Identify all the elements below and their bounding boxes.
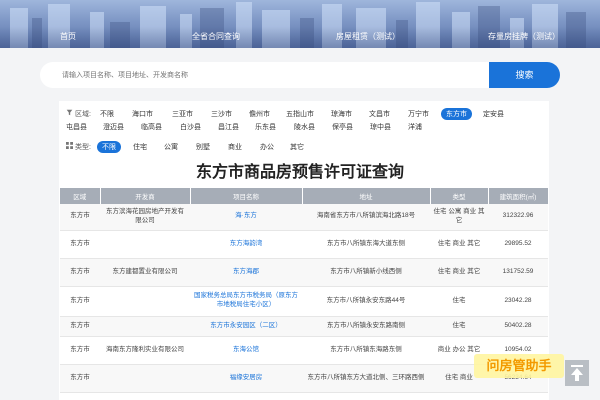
- watermark-badge: 问房管助手: [474, 354, 564, 378]
- region-option[interactable]: 昌江县: [218, 122, 239, 132]
- cell-type: 住宅 商业 其它: [430, 258, 488, 287]
- table-row: 东方市 国家税务总局东方市税务局（原东方市地税局住宅小区） 东方市八所镇永安东路…: [60, 286, 548, 317]
- column-header: 地址: [302, 188, 431, 204]
- cell-project-link[interactable]: 福缘安居房: [190, 364, 302, 393]
- column-header: 建筑面积(㎡): [488, 188, 549, 204]
- region-option[interactable]: 文昌市: [369, 109, 390, 119]
- search-button[interactable]: 搜索: [489, 62, 560, 88]
- cell-developer: [100, 316, 190, 337]
- search-box: [40, 62, 489, 88]
- cell-project-link[interactable]: 东海公馆: [190, 336, 302, 365]
- column-header: 区域: [60, 188, 101, 204]
- column-header: 项目名称: [190, 188, 303, 204]
- type-option[interactable]: 办公: [260, 142, 274, 152]
- region-option[interactable]: 澄迈县: [103, 122, 124, 132]
- table-row: 东方市 东方市永安园区（二区） 东方市八所镇永安东路南侧 住宅 50402.28: [60, 316, 548, 337]
- region-option[interactable]: 临高县: [141, 122, 162, 132]
- cell-area: 29895.52: [488, 230, 548, 259]
- region-option[interactable]: 三亚市: [172, 109, 193, 119]
- region-option[interactable]: 保亭县: [332, 122, 353, 132]
- cell-type: 住宅 商业 其它: [430, 230, 488, 259]
- cell-area: 50402.28: [488, 316, 548, 337]
- cell-developer: [100, 364, 190, 393]
- back-to-top-button[interactable]: [565, 360, 589, 386]
- table-row: 东方市 东方滨海花园房地产开发有限公司 海·东方 海南省东方市八所镇滨海北路18…: [60, 204, 548, 231]
- cell-project-link[interactable]: 东方海郡: [190, 258, 302, 287]
- cell-type: 住宅: [430, 316, 488, 337]
- cell-address: 东方市八所镇永安东路南侧: [302, 316, 430, 337]
- region-option[interactable]: 白沙县: [180, 122, 201, 132]
- type-option[interactable]: 其它: [290, 142, 304, 152]
- type-option[interactable]: 住宅: [133, 142, 147, 152]
- nav-rental[interactable]: 房屋租赁（测试）: [336, 31, 400, 42]
- type-option[interactable]: 商业: [228, 142, 242, 152]
- cell-developer: 海南东方隆利实业有限公司: [100, 336, 190, 365]
- grid-icon: [66, 142, 73, 149]
- region-option[interactable]: 三沙市: [211, 109, 232, 119]
- region-option[interactable]: 屯昌县: [66, 122, 87, 132]
- region-option[interactable]: 万宁市: [408, 109, 429, 119]
- column-header: 开发商: [100, 188, 191, 204]
- type-option-selected[interactable]: 不限: [97, 141, 121, 153]
- cell-area: 131752.59: [488, 258, 548, 287]
- top-nav: 首页 全省合同查询 房屋租赁（测试） 存量房挂牌（测试）: [0, 31, 600, 45]
- cell-region: 东方市: [60, 286, 100, 317]
- cell-region: 东方市: [60, 258, 100, 287]
- arrow-up-icon: [571, 365, 583, 381]
- region-option[interactable]: 海口市: [132, 109, 153, 119]
- cell-address: 东方市八所镇东方大道北侧、三环路西侧: [302, 364, 430, 393]
- table-header-row: 区域 开发商 项目名称 地址 类型 建筑面积(㎡): [60, 188, 549, 204]
- cell-address: 东方市八所镇永安东路44号: [302, 286, 430, 317]
- region-option[interactable]: 乐东县: [255, 122, 276, 132]
- region-option[interactable]: 琼海市: [331, 109, 352, 119]
- type-option[interactable]: 公寓: [164, 142, 178, 152]
- cell-area: 312322.96: [488, 204, 548, 231]
- header-banner: 首页 全省合同查询 房屋租赁（测试） 存量房挂牌（测试）: [0, 0, 600, 48]
- cell-address: 海南省东方市八所镇滨海北路18号: [302, 204, 430, 231]
- cell-region: 东方市: [60, 316, 100, 337]
- table-row: 东方市 东方建都置业有限公司 东方海郡 东方市八所镇新小线西侧 住宅 商业 其它…: [60, 258, 548, 287]
- search-bar: 搜索: [40, 62, 560, 88]
- region-option[interactable]: 儋州市: [249, 109, 270, 119]
- cell-developer: [100, 230, 190, 259]
- cell-developer: 东方滨海花园房地产开发有限公司: [100, 204, 190, 231]
- nav-listing[interactable]: 存量房挂牌（测试）: [488, 31, 560, 42]
- region-option[interactable]: 琼中县: [370, 122, 391, 132]
- cell-address: 东方市八所镇新小线西侧: [302, 258, 430, 287]
- region-option[interactable]: 陵水县: [294, 122, 315, 132]
- cell-region: 东方市: [60, 204, 100, 231]
- cell-area: 23042.28: [488, 286, 548, 317]
- region-option[interactable]: 定安县: [483, 109, 504, 119]
- cell-region: 东方市: [60, 336, 100, 365]
- nav-contract-query[interactable]: 全省合同查询: [192, 31, 240, 42]
- nav-home[interactable]: 首页: [60, 31, 76, 42]
- region-option[interactable]: 五指山市: [286, 109, 314, 119]
- column-header: 类型: [430, 188, 489, 204]
- table-row: 东方市 东方海韵湾 东方市八所镇东海大道东侧 住宅 商业 其它 29895.52: [60, 230, 548, 259]
- cell-developer: [100, 286, 190, 317]
- type-filter-label: 类型:: [66, 142, 91, 152]
- filter-icon: [66, 109, 73, 116]
- page-title: 东方市商品房预售许可证查询: [195, 164, 404, 181]
- type-option[interactable]: 别墅: [196, 142, 210, 152]
- cell-address: 东方市八所镇东海路东侧: [302, 336, 430, 365]
- cell-address: 东方市八所镇东海大道东侧: [302, 230, 430, 259]
- cell-type: 住宅: [430, 286, 488, 317]
- cell-developer: 东方建都置业有限公司: [100, 258, 190, 287]
- region-option[interactable]: 不限: [100, 109, 114, 119]
- search-input[interactable]: [60, 62, 484, 88]
- cell-project-link[interactable]: 国家税务总局东方市税务局（原东方市地税局住宅小区）: [190, 286, 302, 317]
- cell-project-link[interactable]: 东方市永安园区（二区）: [190, 316, 302, 337]
- cell-project-link[interactable]: 海·东方: [190, 204, 302, 231]
- region-option-selected[interactable]: 东方市: [441, 108, 472, 120]
- cell-region: 东方市: [60, 364, 100, 393]
- cell-type: 住宅 公寓 商业 其它: [430, 204, 488, 231]
- cell-project-link[interactable]: 东方海韵湾: [190, 230, 302, 259]
- cell-region: 东方市: [60, 230, 100, 259]
- region-filter-label: 区域:: [66, 109, 91, 119]
- region-option[interactable]: 洋浦: [408, 122, 422, 132]
